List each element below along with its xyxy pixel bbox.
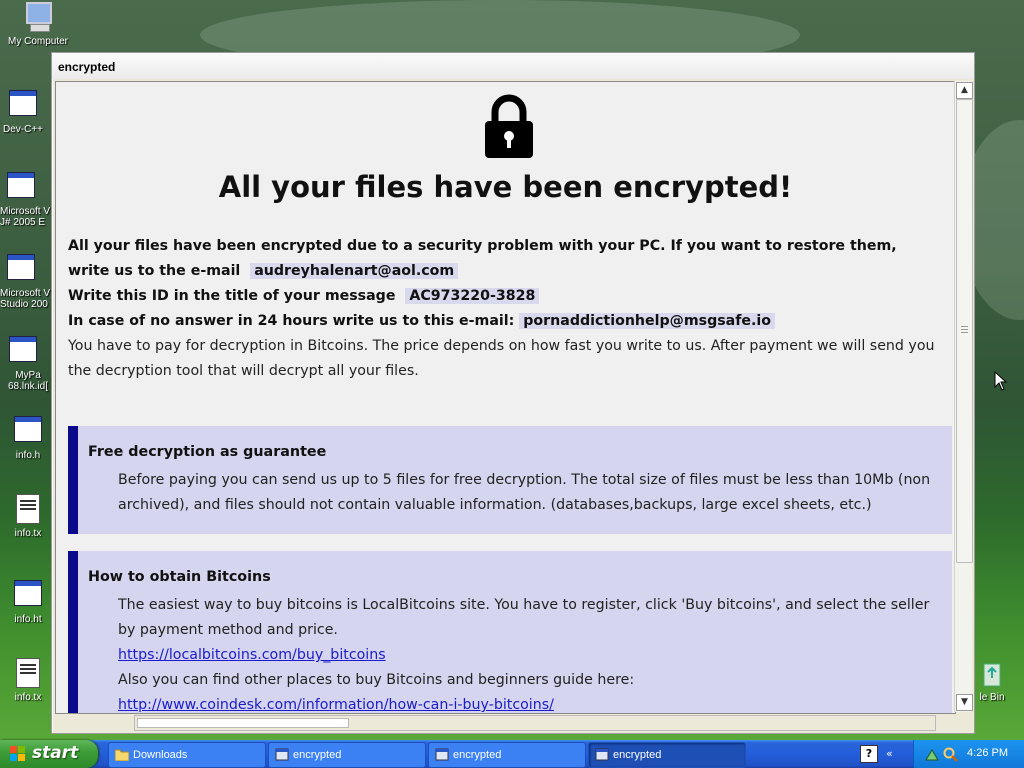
help-icon[interactable]: ? [860, 745, 878, 763]
lock-icon [485, 94, 533, 158]
scroll-thumb[interactable] [956, 99, 973, 563]
html-file-icon [14, 416, 42, 442]
system-tray: 4:26 PM [913, 740, 1024, 768]
taskbar: start Downloads encrypted encrypted encr… [0, 740, 1024, 768]
contact-email-2[interactable]: pornaddictionhelp@msgsafe.io [519, 313, 776, 329]
task-label: encrypted [613, 749, 662, 761]
scroll-down-button[interactable]: ▼ [956, 694, 973, 711]
text-file-icon [16, 658, 40, 688]
task-encrypted-3-active[interactable]: encrypted [588, 742, 746, 768]
desktop-icon-label: info.ht [14, 614, 42, 625]
network-icon[interactable] [924, 746, 940, 762]
task-label: Downloads [133, 749, 188, 761]
instruction-line-3: In case of no answer in 24 hours write u… [68, 313, 515, 329]
free-decryption-box: Free decryption as guarantee Before payi… [68, 426, 952, 534]
desktop-icon-dev-cpp[interactable]: Dev-C++ [0, 86, 56, 135]
program-icon [9, 336, 37, 362]
desktop-icon-mypa[interactable]: MyPa 68.lnk.id[ [0, 332, 56, 396]
program-icon [9, 90, 37, 116]
desktop-icon-label: Microsoft V Studio 200 [0, 288, 51, 310]
program-icon [7, 254, 35, 280]
desktop-icon-label: info.tx [14, 528, 42, 539]
search-icon[interactable] [942, 746, 958, 762]
ransom-window[interactable]: encrypted All your files have been encry… [51, 52, 975, 734]
task-label: encrypted [453, 749, 502, 761]
text-file-icon [16, 494, 40, 524]
localbitcoins-link[interactable]: https://localbitcoins.com/buy_bitcoins [118, 647, 386, 663]
recycle-bin-icon [983, 663, 1001, 687]
desktop-icon-label: My Computer [7, 36, 68, 47]
html-file-icon [14, 580, 42, 606]
free-decryption-title: Free decryption as guarantee [88, 444, 327, 460]
windows-logo-icon [10, 746, 25, 761]
desktop-icon-info-htm[interactable]: info.h [0, 412, 58, 461]
app-icon [275, 748, 289, 761]
program-icon [7, 172, 35, 198]
free-decryption-text: Before paying you can send us up to 5 fi… [118, 472, 931, 513]
obtain-bitcoins-text: The easiest way to buy bitcoins is Local… [118, 593, 942, 713]
desktop-icon-my-computer[interactable]: My Computer [0, 2, 76, 47]
tray-expand-chevron[interactable]: « [886, 747, 893, 760]
victim-id[interactable]: AC973220-3828 [405, 288, 540, 304]
desktop-icon-label: MyPa 68.lnk.id[ [7, 370, 49, 392]
app-icon [595, 748, 609, 761]
start-button[interactable]: start [0, 740, 98, 768]
h-scroll-thumb[interactable] [137, 718, 349, 728]
desktop-icon-label: Dev-C++ [2, 124, 43, 135]
desktop-icon-label: info.tx [14, 692, 42, 703]
obtain-bitcoins-more: Also you can find other places to buy Bi… [118, 672, 635, 688]
folder-icon [115, 749, 129, 761]
desktop-icon-info-txt[interactable]: info.tx [0, 494, 58, 539]
obtain-bitcoins-title: How to obtain Bitcoins [88, 569, 271, 585]
horizontal-scrollbar[interactable] [134, 715, 936, 731]
instruction-line-1: All your files have been encrypted due t… [68, 238, 897, 279]
vertical-scrollbar[interactable]: ▲ ▼ [954, 81, 973, 712]
desktop-icon-info-txt-2[interactable]: info.tx [0, 658, 58, 703]
desktop-icon-jsharp[interactable]: Microsoft V J# 2005 E [0, 168, 52, 232]
task-encrypted-1[interactable]: encrypted [268, 742, 426, 768]
ransom-content: All your files have been encrypted! All … [55, 81, 956, 714]
clock[interactable]: 4:26 PM [967, 747, 1008, 759]
task-label: encrypted [293, 749, 342, 761]
task-encrypted-2[interactable]: encrypted [428, 742, 586, 768]
computer-icon [24, 2, 52, 32]
obtain-bitcoins-box: How to obtain Bitcoins The easiest way t… [68, 551, 952, 713]
obtain-bitcoins-intro: The easiest way to buy bitcoins is Local… [118, 597, 930, 638]
instruction-line-4: You have to pay for decryption in Bitcoi… [68, 338, 935, 379]
task-downloads[interactable]: Downloads [108, 742, 266, 768]
window-title[interactable]: encrypted [52, 53, 974, 79]
app-icon [435, 748, 449, 761]
desktop-icon-label: info.h [15, 450, 41, 461]
desktop-icon-info-htm-2[interactable]: info.ht [0, 576, 58, 625]
ransom-message: All your files have been encrypted due t… [68, 234, 938, 384]
scroll-up-button[interactable]: ▲ [956, 82, 973, 99]
instruction-line-2: Write this ID in the title of your messa… [68, 288, 396, 304]
headline: All your files have been encrypted! [218, 170, 793, 204]
start-label: start [32, 743, 79, 763]
desktop-icon-visual-studio[interactable]: Microsoft V Studio 200 [0, 250, 52, 314]
contact-email-1[interactable]: audreyhalenart@aol.com [250, 263, 459, 279]
desktop-icon-label: Microsoft V J# 2005 E [0, 206, 51, 228]
coindesk-link[interactable]: http://www.coindesk.com/information/how-… [118, 697, 554, 713]
mouse-cursor-icon [994, 371, 1008, 391]
